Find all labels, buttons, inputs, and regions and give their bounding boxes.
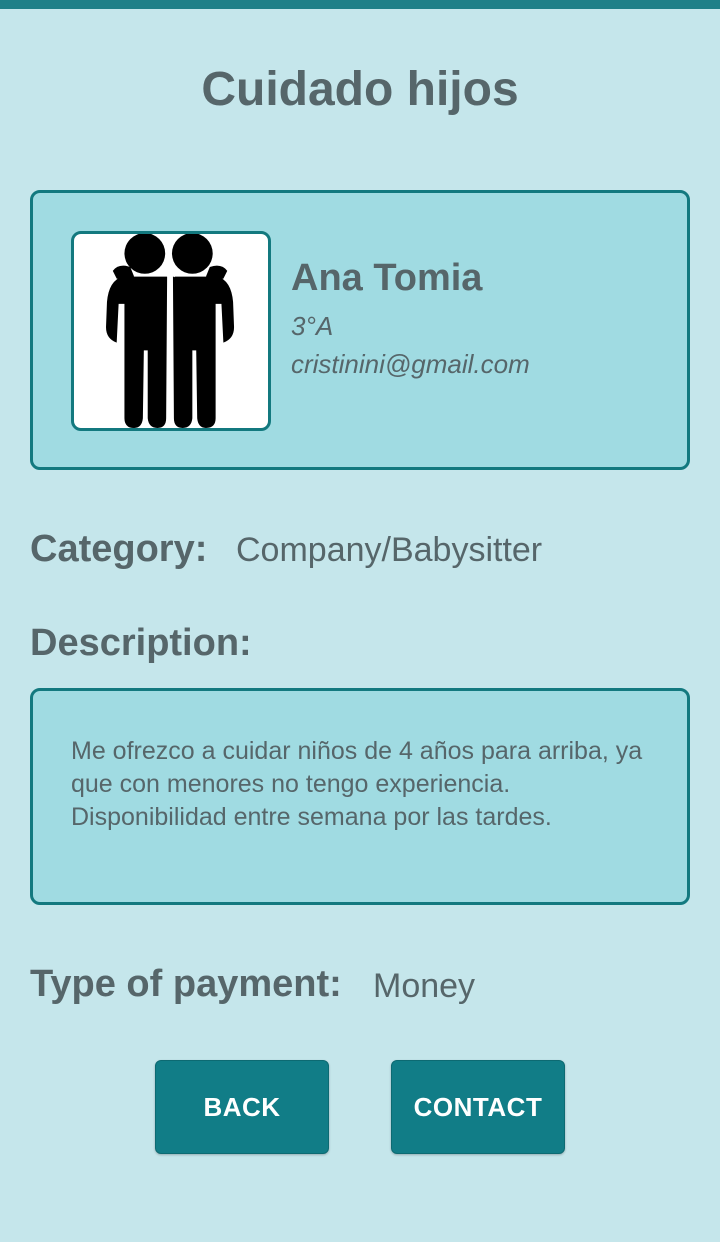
two-people-icon	[106, 234, 235, 428]
description-text: Me ofrezco a cuidar niños de 4 años para…	[71, 737, 643, 831]
profile-card: Ana Tomia 3°A cristinini@gmail.com	[30, 190, 690, 470]
profile-name: Ana Tomia	[291, 257, 483, 299]
status-accent-bar	[0, 0, 720, 9]
category-label: Category:	[30, 528, 208, 570]
profile-email: cristinini@gmail.com	[291, 349, 530, 379]
page-title: Cuidado hijos	[201, 63, 519, 116]
payment-value: Money	[373, 967, 476, 1005]
payment-label: Type of payment:	[30, 963, 342, 1005]
description-label: Description:	[30, 622, 252, 664]
description-box: Me ofrezco a cuidar niños de 4 años para…	[30, 688, 690, 905]
back-button[interactable]: BACK	[155, 1060, 329, 1154]
profile-apartment: 3°A	[291, 311, 334, 341]
avatar	[71, 231, 271, 431]
contact-button[interactable]: CONTACT	[391, 1060, 565, 1154]
category-value: Company/Babysitter	[236, 531, 543, 569]
